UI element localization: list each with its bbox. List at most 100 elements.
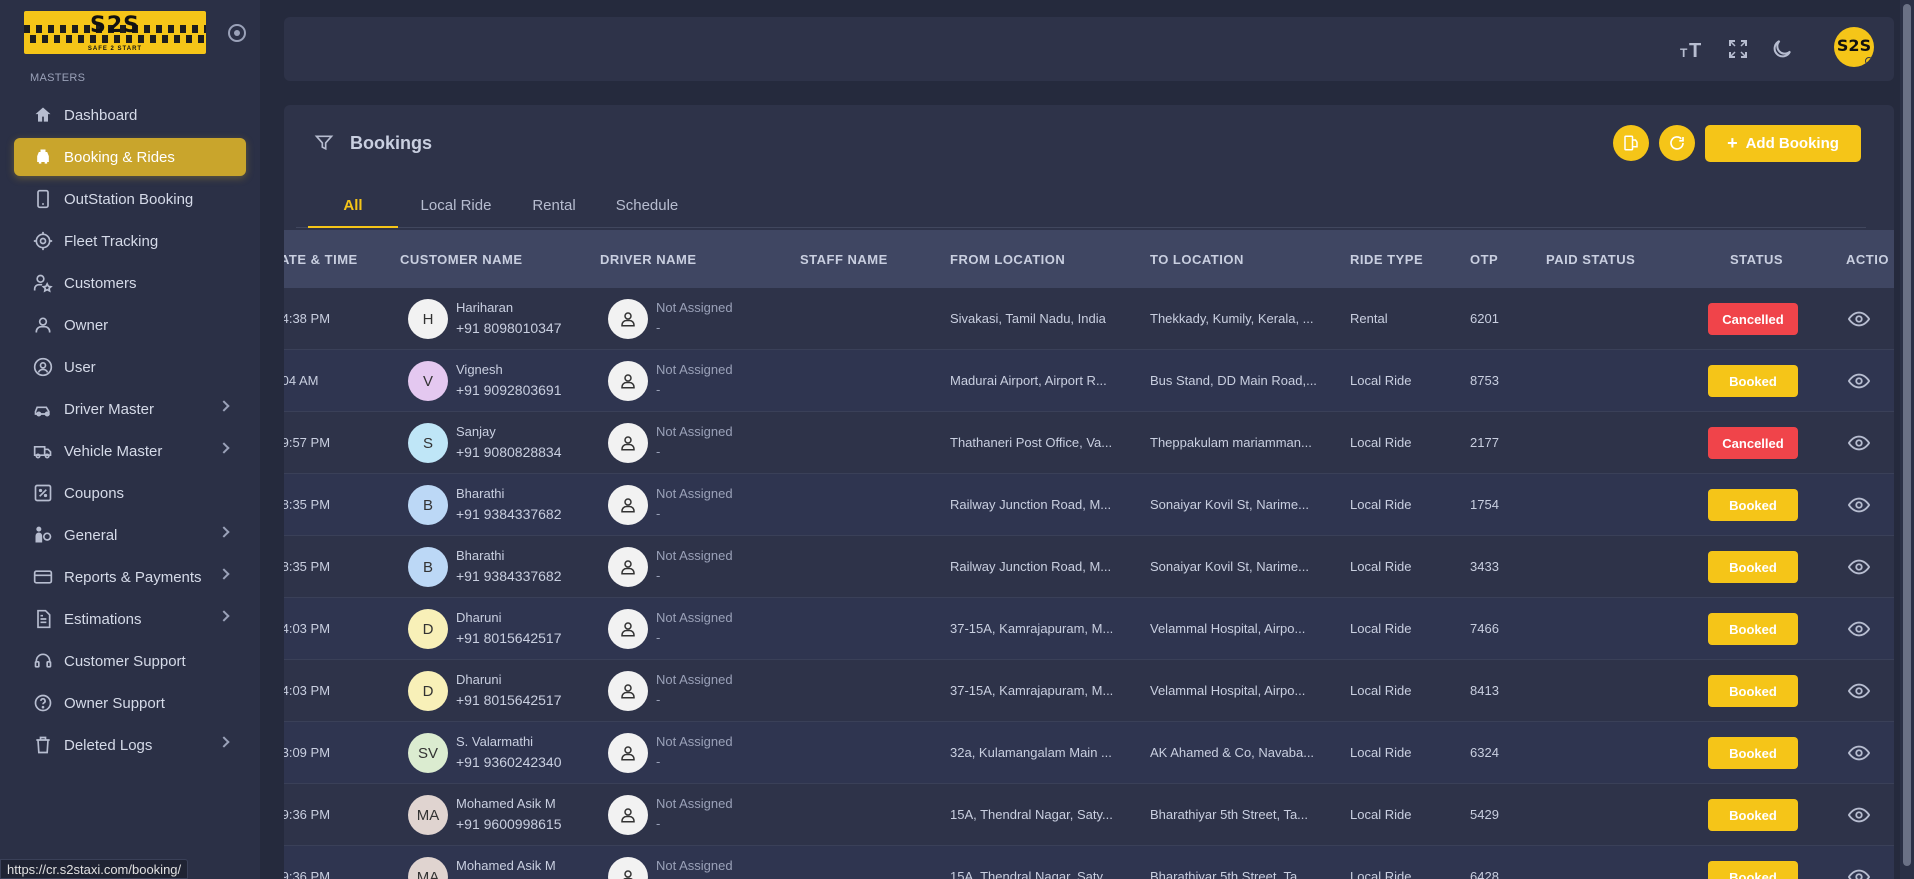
sidebar-item-owner-support[interactable]: Owner Support <box>14 684 246 722</box>
table-row[interactable]: :4:03 PM D Dharuni +91 8015642517 Not Assign… <box>284 660 1894 722</box>
general-icon <box>32 524 54 546</box>
view-eye-icon[interactable] <box>1847 372 1871 390</box>
sidebar-item-dashboard[interactable]: Dashboard <box>14 96 246 134</box>
tab-rental[interactable]: Rental <box>514 180 594 228</box>
brand-logo[interactable]: S2S SAFE 2 START <box>24 11 206 54</box>
table-row[interactable]: :9:57 PM S Sanjay +91 9080828834 Not Assigne… <box>284 412 1894 474</box>
sidebar-item-label: Driver Master <box>64 400 155 418</box>
view-eye-icon[interactable] <box>1847 620 1871 638</box>
from-location: Madurai Airport, Airport R... <box>950 373 1107 388</box>
scrollbar-thumb[interactable] <box>1903 4 1911 866</box>
sidebar-item-reports-payments[interactable]: Reports & Payments <box>14 558 246 596</box>
sidebar-item-vehicle-master[interactable]: Vehicle Master <box>14 432 246 470</box>
sidebar-item-booking-rides[interactable]: Booking & Rides <box>14 138 246 176</box>
customer-phone: +91 9384337682 <box>456 568 562 584</box>
view-eye-icon[interactable] <box>1847 558 1871 576</box>
truck-icon <box>32 440 54 462</box>
refresh-button[interactable] <box>1659 125 1695 161</box>
table-row[interactable]: :9:36 PMMAMohamed Asik M+91 9600998615No… <box>284 846 1894 879</box>
view-eye-icon[interactable] <box>1847 310 1871 328</box>
help-icon <box>32 692 54 714</box>
column-header[interactable]: CUSTOMER NAME <box>400 252 523 267</box>
table-row[interactable]: :4:38 PM H Hariharan +91 8098010347 Not Assi… <box>284 288 1894 350</box>
view-eye-icon[interactable] <box>1847 806 1871 824</box>
status-badge: Booked <box>1708 365 1798 397</box>
svg-text:T: T <box>1689 40 1701 61</box>
to-location: Bharathiyar 5th Street, Ta... <box>1150 869 1309 879</box>
column-header[interactable]: STAFF NAME <box>800 252 888 267</box>
to-location: Theppakulam mariamman... <box>1150 435 1312 450</box>
column-header[interactable]: RIDE TYPE <box>1350 252 1423 267</box>
table-row[interactable]: :4:03 PM D Dharuni +91 8015642517 Not Assign… <box>284 598 1894 660</box>
tab-schedule[interactable]: Schedule <box>602 180 692 228</box>
users-star-icon <box>32 272 54 294</box>
column-header[interactable]: ATE & TIME <box>284 252 358 267</box>
table-row[interactable]: :04 AM V Vignesh +91 9092803691 Not Assigned… <box>284 350 1894 412</box>
tab-all[interactable]: All <box>308 180 398 228</box>
sidebar-item-owner[interactable]: Owner <box>14 306 246 344</box>
column-header[interactable]: STATUS <box>1730 252 1783 267</box>
sidebar-item-general[interactable]: General <box>14 516 246 554</box>
sidebar-item-customer-support[interactable]: Customer Support <box>14 642 246 680</box>
driver-subtext: - <box>656 630 661 645</box>
column-header[interactable]: FROM LOCATION <box>950 252 1065 267</box>
chevron-right-icon <box>218 736 230 748</box>
sidebar: S2S SAFE 2 START MASTERS Dashboard Bookin… <box>0 0 260 879</box>
status-badge: Booked <box>1708 799 1798 831</box>
column-header[interactable]: TO LOCATION <box>1150 252 1244 267</box>
sidebar-item-outstation-booking[interactable]: OutStation Booking <box>14 180 246 218</box>
customer-avatar: SV <box>408 733 448 773</box>
sidebar-item-user[interactable]: User <box>14 348 246 386</box>
otp: 1754 <box>1470 497 1499 512</box>
column-header[interactable]: DRIVER NAME <box>600 252 697 267</box>
column-header[interactable]: PAID STATUS <box>1546 252 1635 267</box>
ride-type: Local Ride <box>1350 559 1412 574</box>
fullscreen-icon[interactable] <box>1726 37 1752 61</box>
sidebar-item-label: Reports & Payments <box>64 568 202 586</box>
driver-subtext: - <box>656 692 661 707</box>
profile-avatar[interactable]: S2S <box>1834 27 1874 67</box>
view-eye-icon[interactable] <box>1847 434 1871 452</box>
sidebar-item-driver-master[interactable]: Driver Master <box>14 390 246 428</box>
view-eye-icon[interactable] <box>1847 682 1871 700</box>
sidebar-item-label: OutStation Booking <box>64 190 194 208</box>
dark-mode-moon-icon[interactable] <box>1770 37 1796 61</box>
driver-subtext: - <box>656 816 661 831</box>
sidebar-item-label: User <box>64 358 96 376</box>
table-row[interactable]: :9:36 PMMAMohamed Asik M+91 9600998615No… <box>284 784 1894 846</box>
customer-avatar: B <box>408 485 448 525</box>
sidebar-item-coupons[interactable]: Coupons <box>14 474 246 512</box>
add-booking-button[interactable]: + Add Booking <box>1705 125 1861 162</box>
target-icon <box>32 230 54 252</box>
sidebar-item-deleted-logs[interactable]: Deleted Logs <box>14 726 246 764</box>
view-eye-icon[interactable] <box>1847 496 1871 514</box>
driver-subtext: - <box>656 754 661 769</box>
sidebar-item-estimations[interactable]: Estimations <box>14 600 246 638</box>
sidebar-item-fleet-tracking[interactable]: Fleet Tracking <box>14 222 246 260</box>
otp: 8413 <box>1470 683 1499 698</box>
table-row[interactable]: :8:35 PM B Bharathi +91 9384337682 Not Assig… <box>284 536 1894 598</box>
customer-avatar: V <box>408 361 448 401</box>
home-icon <box>32 104 54 126</box>
export-button[interactable] <box>1613 125 1649 161</box>
view-eye-icon[interactable] <box>1847 744 1871 762</box>
driver-subtext: - <box>656 568 661 583</box>
driver-avatar-icon <box>608 361 648 401</box>
font-size-icon[interactable]: TT <box>1680 37 1706 62</box>
tab-local-ride[interactable]: Local Ride <box>406 180 506 228</box>
user-circle-icon <box>32 356 54 378</box>
table-row[interactable]: :8:35 PM B Bharathi +91 9384337682 Not Assig… <box>284 474 1894 536</box>
to-location: Sonaiyar Kovil St, Narime... <box>1150 559 1309 574</box>
view-eye-icon[interactable] <box>1847 868 1871 879</box>
otp: 2177 <box>1470 435 1499 450</box>
sidebar-item-customers[interactable]: Customers <box>14 264 246 302</box>
table-row[interactable]: :3:09 PM SV S. Valarmathi +91 9360242340 Not… <box>284 722 1894 784</box>
driver-avatar-icon <box>608 609 648 649</box>
sidebar-toggle-icon[interactable] <box>228 24 246 42</box>
page-scrollbar[interactable] <box>1900 0 1914 879</box>
ride-type: Local Ride <box>1350 435 1412 450</box>
ride-type: Local Ride <box>1350 869 1412 879</box>
filter-icon[interactable] <box>314 133 334 153</box>
from-location: 37-15A, Kamrajapuram, M... <box>950 683 1114 698</box>
column-header[interactable]: OTP <box>1470 252 1498 267</box>
